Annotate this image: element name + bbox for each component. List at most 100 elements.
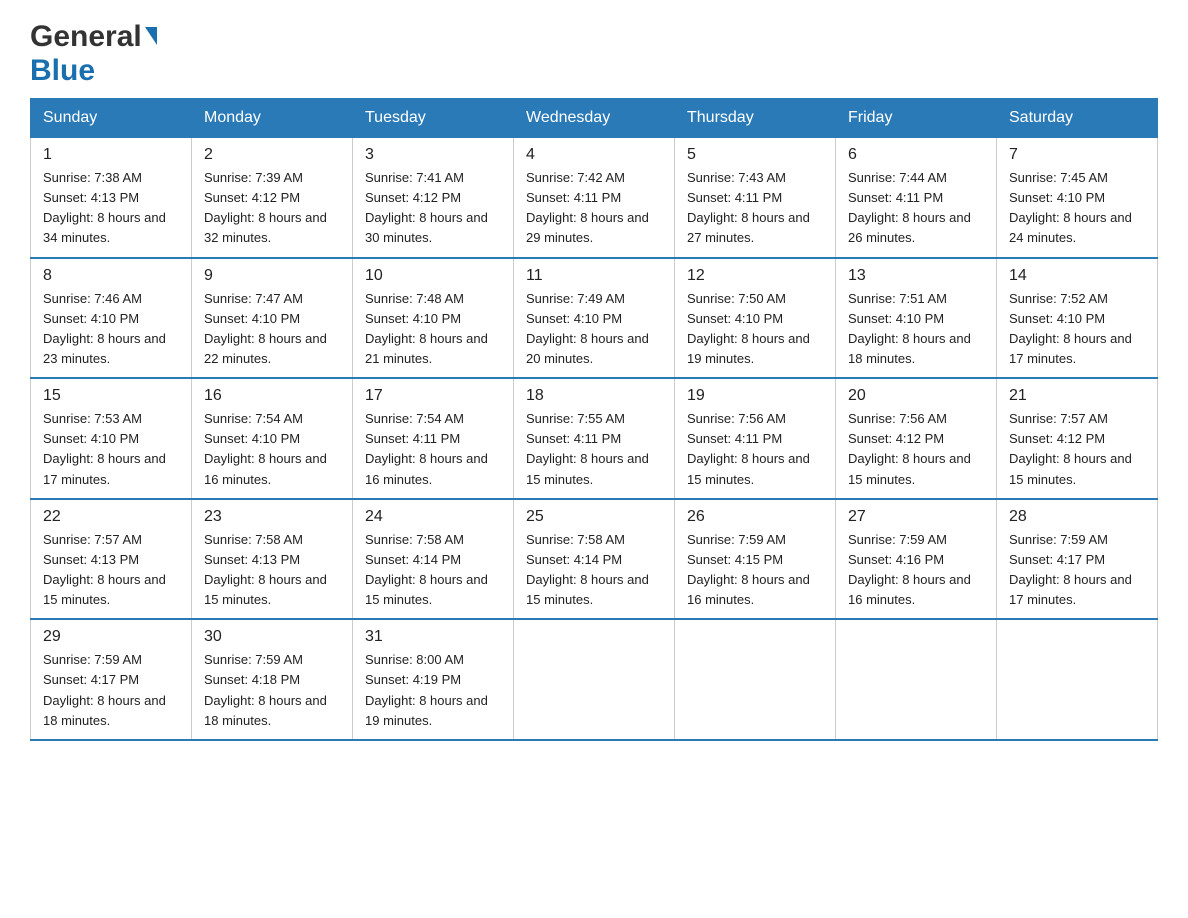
day-number: 29 — [43, 628, 179, 646]
logo-triangle-icon — [145, 27, 157, 45]
day-number: 1 — [43, 146, 179, 164]
weekday-tuesday: Tuesday — [353, 99, 514, 138]
day-number: 19 — [687, 387, 823, 405]
calendar-cell: 27Sunrise: 7:59 AMSunset: 4:16 PMDayligh… — [836, 499, 997, 620]
day-info: Sunrise: 7:44 AMSunset: 4:11 PMDaylight:… — [848, 168, 984, 249]
day-info: Sunrise: 7:51 AMSunset: 4:10 PMDaylight:… — [848, 289, 984, 370]
day-info: Sunrise: 7:56 AMSunset: 4:12 PMDaylight:… — [848, 409, 984, 490]
calendar-week-2: 8 Sunrise: 7:46 AMSunset: 4:10 PMDaylight… — [31, 258, 1158, 379]
day-info: Sunrise: 7:54 AMSunset: 4:11 PMDaylight:… — [365, 409, 501, 490]
calendar-cell: 28 Sunrise: 7:59 AMSunset: 4:17 PMDayligh… — [997, 499, 1158, 620]
day-info: Sunrise: 7:57 AMSunset: 4:12 PMDaylight:… — [1009, 409, 1145, 490]
calendar-cell — [997, 619, 1158, 740]
day-info: Sunrise: 7:59 AMSunset: 4:17 PMDaylight:… — [43, 650, 179, 731]
day-info: Sunrise: 7:50 AMSunset: 4:10 PMDaylight:… — [687, 289, 823, 370]
logo-general-text: General — [30, 20, 142, 54]
calendar-cell: 11 Sunrise: 7:49 AMSunset: 4:10 PMDayligh… — [514, 258, 675, 379]
calendar-cell: 1 Sunrise: 7:38 AMSunset: 4:13 PMDaylight… — [31, 138, 192, 258]
weekday-wednesday: Wednesday — [514, 99, 675, 138]
day-number: 27 — [848, 508, 984, 526]
day-info: Sunrise: 7:42 AMSunset: 4:11 PMDaylight:… — [526, 168, 662, 249]
calendar-cell: 19 Sunrise: 7:56 AMSunset: 4:11 PMDayligh… — [675, 378, 836, 499]
calendar-cell — [836, 619, 997, 740]
calendar-cell — [514, 619, 675, 740]
day-number: 16 — [204, 387, 340, 405]
day-number: 4 — [526, 146, 662, 164]
calendar-cell: 26Sunrise: 7:59 AMSunset: 4:15 PMDayligh… — [675, 499, 836, 620]
calendar-week-1: 1 Sunrise: 7:38 AMSunset: 4:13 PMDaylight… — [31, 138, 1158, 258]
day-info: Sunrise: 7:45 AMSunset: 4:10 PMDaylight:… — [1009, 168, 1145, 249]
day-number: 11 — [526, 267, 662, 285]
day-info: Sunrise: 7:59 AMSunset: 4:18 PMDaylight:… — [204, 650, 340, 731]
day-info: Sunrise: 8:00 AMSunset: 4:19 PMDaylight:… — [365, 650, 501, 731]
day-number: 28 — [1009, 508, 1145, 526]
day-number: 10 — [365, 267, 501, 285]
day-info: Sunrise: 7:59 AMSunset: 4:17 PMDaylight:… — [1009, 530, 1145, 611]
day-number: 30 — [204, 628, 340, 646]
day-number: 2 — [204, 146, 340, 164]
day-number: 25 — [526, 508, 662, 526]
day-info: Sunrise: 7:59 AMSunset: 4:15 PMDaylight:… — [687, 530, 823, 611]
weekday-header-row: SundayMondayTuesdayWednesdayThursdayFrid… — [31, 99, 1158, 138]
day-info: Sunrise: 7:54 AMSunset: 4:10 PMDaylight:… — [204, 409, 340, 490]
day-info: Sunrise: 7:49 AMSunset: 4:10 PMDaylight:… — [526, 289, 662, 370]
weekday-thursday: Thursday — [675, 99, 836, 138]
calendar-cell: 10 Sunrise: 7:48 AMSunset: 4:10 PMDayligh… — [353, 258, 514, 379]
calendar-table: SundayMondayTuesdayWednesdayThursdayFrid… — [30, 98, 1158, 741]
weekday-monday: Monday — [192, 99, 353, 138]
calendar-body: 1 Sunrise: 7:38 AMSunset: 4:13 PMDaylight… — [31, 138, 1158, 740]
day-info: Sunrise: 7:52 AMSunset: 4:10 PMDaylight:… — [1009, 289, 1145, 370]
calendar-cell: 18 Sunrise: 7:55 AMSunset: 4:11 PMDayligh… — [514, 378, 675, 499]
day-number: 8 — [43, 267, 179, 285]
day-number: 6 — [848, 146, 984, 164]
day-number: 14 — [1009, 267, 1145, 285]
day-number: 12 — [687, 267, 823, 285]
logo-blue-text: Blue — [30, 54, 95, 87]
day-info: Sunrise: 7:55 AMSunset: 4:11 PMDaylight:… — [526, 409, 662, 490]
calendar-cell: 8 Sunrise: 7:46 AMSunset: 4:10 PMDaylight… — [31, 258, 192, 379]
calendar-cell: 3Sunrise: 7:41 AMSunset: 4:12 PMDaylight… — [353, 138, 514, 258]
calendar-cell: 23Sunrise: 7:58 AMSunset: 4:13 PMDayligh… — [192, 499, 353, 620]
day-info: Sunrise: 7:43 AMSunset: 4:11 PMDaylight:… — [687, 168, 823, 249]
day-info: Sunrise: 7:38 AMSunset: 4:13 PMDaylight:… — [43, 168, 179, 249]
logo: General Blue — [30, 20, 157, 88]
calendar-cell: 13 Sunrise: 7:51 AMSunset: 4:10 PMDayligh… — [836, 258, 997, 379]
calendar-cell: 21Sunrise: 7:57 AMSunset: 4:12 PMDayligh… — [997, 378, 1158, 499]
calendar-cell: 7 Sunrise: 7:45 AMSunset: 4:10 PMDaylight… — [997, 138, 1158, 258]
calendar-week-4: 22 Sunrise: 7:57 AMSunset: 4:13 PMDayligh… — [31, 499, 1158, 620]
day-number: 3 — [365, 146, 501, 164]
day-number: 24 — [365, 508, 501, 526]
weekday-friday: Friday — [836, 99, 997, 138]
weekday-sunday: Sunday — [31, 99, 192, 138]
day-number: 13 — [848, 267, 984, 285]
page-header: General Blue — [30, 20, 1158, 88]
calendar-cell: 12 Sunrise: 7:50 AMSunset: 4:10 PMDayligh… — [675, 258, 836, 379]
calendar-cell: 24 Sunrise: 7:58 AMSunset: 4:14 PMDayligh… — [353, 499, 514, 620]
day-info: Sunrise: 7:47 AMSunset: 4:10 PMDaylight:… — [204, 289, 340, 370]
calendar-cell: 25Sunrise: 7:58 AMSunset: 4:14 PMDayligh… — [514, 499, 675, 620]
day-number: 20 — [848, 387, 984, 405]
day-number: 5 — [687, 146, 823, 164]
calendar-week-5: 29 Sunrise: 7:59 AMSunset: 4:17 PMDayligh… — [31, 619, 1158, 740]
calendar-cell: 14 Sunrise: 7:52 AMSunset: 4:10 PMDayligh… — [997, 258, 1158, 379]
weekday-saturday: Saturday — [997, 99, 1158, 138]
day-number: 18 — [526, 387, 662, 405]
day-number: 22 — [43, 508, 179, 526]
day-info: Sunrise: 7:56 AMSunset: 4:11 PMDaylight:… — [687, 409, 823, 490]
day-number: 15 — [43, 387, 179, 405]
calendar-cell — [675, 619, 836, 740]
calendar-cell: 30 Sunrise: 7:59 AMSunset: 4:18 PMDayligh… — [192, 619, 353, 740]
day-number: 7 — [1009, 146, 1145, 164]
day-number: 17 — [365, 387, 501, 405]
calendar-cell: 9Sunrise: 7:47 AMSunset: 4:10 PMDaylight… — [192, 258, 353, 379]
day-info: Sunrise: 7:58 AMSunset: 4:14 PMDaylight:… — [365, 530, 501, 611]
calendar-cell: 2Sunrise: 7:39 AMSunset: 4:12 PMDaylight… — [192, 138, 353, 258]
day-info: Sunrise: 7:57 AMSunset: 4:13 PMDaylight:… — [43, 530, 179, 611]
calendar-cell: 16 Sunrise: 7:54 AMSunset: 4:10 PMDayligh… — [192, 378, 353, 499]
calendar-cell: 20 Sunrise: 7:56 AMSunset: 4:12 PMDayligh… — [836, 378, 997, 499]
day-info: Sunrise: 7:48 AMSunset: 4:10 PMDaylight:… — [365, 289, 501, 370]
day-info: Sunrise: 7:46 AMSunset: 4:10 PMDaylight:… — [43, 289, 179, 370]
calendar-cell: 15Sunrise: 7:53 AMSunset: 4:10 PMDayligh… — [31, 378, 192, 499]
day-number: 31 — [365, 628, 501, 646]
calendar-cell: 5 Sunrise: 7:43 AMSunset: 4:11 PMDaylight… — [675, 138, 836, 258]
